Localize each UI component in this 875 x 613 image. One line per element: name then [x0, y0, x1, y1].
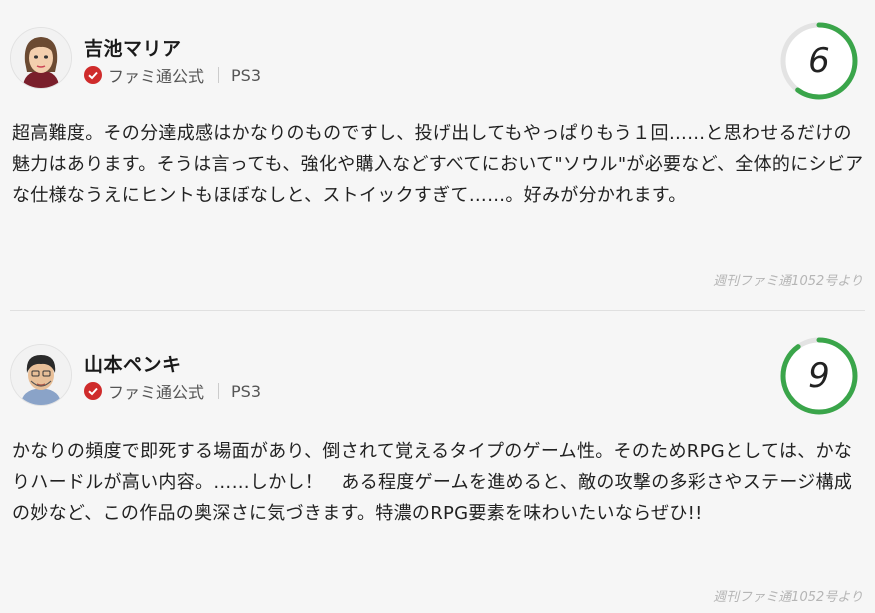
reviewer-avatar[interactable] — [10, 27, 72, 89]
reviewer-avatar[interactable] — [10, 344, 72, 406]
score-ring: 9 — [779, 336, 859, 416]
reviewer-meta: ファミ通公式 PS3 — [84, 380, 261, 402]
score-value: 6 — [808, 41, 830, 81]
official-badge-label: ファミ通公式 — [108, 383, 205, 402]
score-value: 9 — [808, 356, 830, 396]
review-text: 超高難度。その分達成感はかなりのものですし、投げ出してもやっぱりもう１回……と思… — [12, 123, 864, 206]
meta-separator — [218, 383, 220, 399]
review-source: 週刊ファミ通1052号より — [713, 274, 863, 289]
score-ring: 6 — [779, 21, 859, 101]
platform-label: PS3 — [231, 381, 261, 401]
review-source: 週刊ファミ通1052号より — [713, 590, 863, 605]
reviewer-name[interactable]: 山本ペンキ — [84, 350, 182, 377]
verified-check-icon — [84, 66, 102, 84]
official-badge-label: ファミ通公式 — [108, 67, 205, 86]
reviewer-name[interactable]: 吉池マリア — [84, 34, 182, 61]
avatar-illustration-man — [11, 345, 71, 405]
review-text: かなりの頻度で即死する場面があり、倒されて覚えるタイプのゲーム性。そのためRPG… — [12, 441, 853, 524]
reviewer-meta: ファミ通公式 PS3 — [84, 64, 261, 86]
avatar-illustration-woman — [11, 28, 71, 88]
platform-label: PS3 — [231, 65, 261, 85]
meta-separator — [218, 67, 220, 83]
verified-check-icon — [84, 382, 102, 400]
review-divider — [10, 310, 865, 311]
